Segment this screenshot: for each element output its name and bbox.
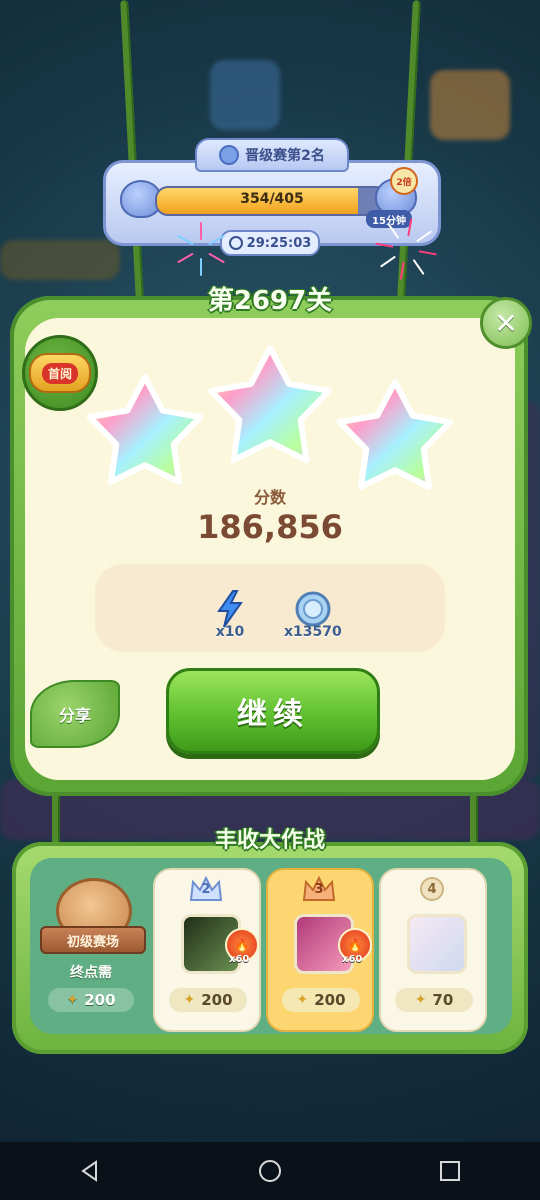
level-title: 第2697关 (207, 286, 333, 316)
score-value: 186,856 (197, 508, 343, 546)
reward-lightning-count: x10 (215, 624, 245, 640)
stage-card-2[interactable]: 2 🔥 x60 ✦ 200 (153, 868, 261, 1032)
crown-icon: 2 (189, 875, 223, 902)
back-button[interactable] (70, 1151, 110, 1191)
clock-icon (228, 236, 243, 250)
promotion-progress-text: 354/405 (240, 191, 304, 207)
timer-text: 29:25:03 (246, 235, 312, 251)
event-title: 丰收大作战 (214, 828, 325, 853)
stage-multiplier: x60 (229, 954, 250, 965)
wheat-icon: ✦ (183, 992, 196, 1008)
rewards-box (95, 564, 445, 652)
stage-card-3[interactable]: 3 🔥 x60 ✦ 200 (266, 868, 374, 1032)
beginner-arena-label: 初级赛场 (40, 926, 146, 954)
close-button[interactable]: ✕ (480, 297, 532, 349)
stage-rank: 2 (201, 882, 211, 897)
rainbow-star-icon (336, 379, 454, 490)
firework-left-icon (177, 222, 225, 276)
coin-icon (295, 591, 331, 627)
double-boost-badge: 2倍 (390, 167, 418, 195)
beginner-cost-value: 200 (84, 991, 116, 1009)
reward-lightning: x10 (215, 590, 245, 640)
firework-right-icon (375, 218, 437, 280)
wheat-icon: ✦ (66, 992, 79, 1008)
back-triangle-icon (81, 1160, 97, 1182)
stage-cost: ✦ 200 (282, 988, 360, 1012)
promotion-progress-bar: 354/405 (155, 186, 389, 216)
stage-cost-value: 200 (201, 991, 233, 1009)
home-circle-icon (259, 1160, 281, 1182)
score-label: 分数 (253, 488, 286, 507)
rank-circle-icon: 4 (415, 876, 449, 902)
share-label: 分享 (58, 706, 91, 725)
promotion-title-tab: 晋级赛第2名 (195, 138, 349, 172)
rank-medal-icon (219, 145, 240, 165)
promotion-title: 晋级赛第2名 (245, 148, 325, 164)
rainbow-star-icon (208, 345, 332, 464)
stage-cost-value: 70 (432, 991, 454, 1009)
stage-rank: 3 (314, 882, 324, 897)
recents-square-icon (440, 1161, 460, 1181)
recents-button[interactable] (430, 1151, 470, 1191)
beginner-cost: ✦ 200 (48, 988, 134, 1012)
continue-label: 继续 (237, 697, 309, 732)
reward-coin: x13570 (284, 590, 342, 640)
wheat-icon: ✦ (296, 992, 309, 1008)
beginner-arena-card[interactable]: 初级赛场 终点需 ✦ 200 (38, 870, 146, 1030)
rainbow-star-icon (86, 374, 204, 485)
wheat-icon: ✦ (414, 992, 427, 1008)
stage-cost: ✦ 70 (395, 988, 473, 1012)
stage-card-4[interactable]: 4 ✦ 70 (379, 868, 487, 1032)
stage-cost: ✦ 200 (169, 988, 247, 1012)
promotion-timer: 29:25:03 (220, 230, 320, 256)
share-button[interactable]: 分享 (30, 680, 120, 748)
home-button[interactable] (250, 1151, 290, 1191)
reward-coin-count: x13570 (284, 624, 342, 640)
crown-icon: 3 (302, 875, 336, 902)
continue-button[interactable]: 继续 (166, 668, 380, 754)
system-nav-bar (0, 1142, 540, 1200)
stage-cost-value: 200 (314, 991, 346, 1009)
stage-multiplier: x60 (342, 954, 363, 965)
stage-thumbnail (407, 914, 467, 974)
close-icon: ✕ (494, 306, 518, 340)
finish-requirement-label: 终点需 (70, 965, 112, 981)
stage-rank: 4 (427, 882, 437, 897)
lightning-icon (217, 590, 243, 628)
